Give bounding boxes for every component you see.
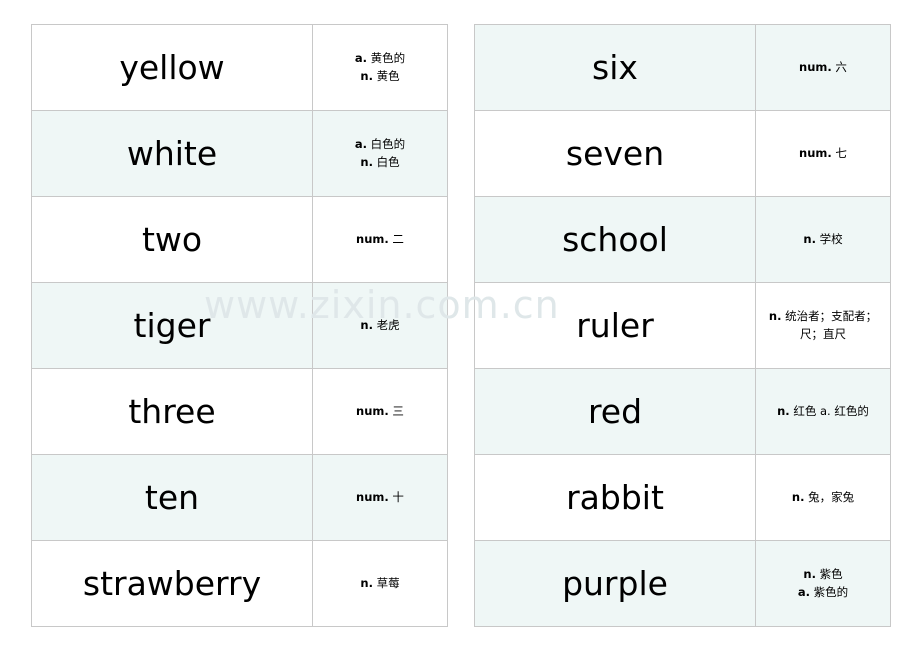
definition-cell: num. 六	[755, 24, 891, 111]
part-of-speech: n.	[360, 317, 373, 332]
table-row: tiger n. 老虎	[31, 282, 448, 369]
definition-line: num. 十	[356, 489, 404, 504]
definition-line: num. 三	[356, 403, 404, 418]
part-of-speech: a.	[354, 50, 367, 65]
definition-cell: a. 黄色的 n. 黄色	[312, 24, 448, 111]
word-cell: rabbit	[474, 454, 756, 541]
part-of-speech: n.	[360, 575, 373, 590]
word-cell: ten	[31, 454, 313, 541]
vocabulary-table-left: yellow a. 黄色的 n. 黄色 white a. 白色的 n. 白色 two num.…	[31, 24, 448, 627]
definition-cell: n. 老虎	[312, 282, 448, 369]
part-of-speech: num.	[799, 59, 832, 74]
table-body-left: yellow a. 黄色的 n. 黄色 white a. 白色的 n. 白色 two num.…	[31, 24, 448, 627]
definition-cell: num. 七	[755, 110, 891, 197]
table-row: six num. 六	[474, 24, 891, 111]
part-of-speech: n.	[777, 403, 790, 418]
part-of-speech: num.	[799, 145, 832, 160]
word-cell: ruler	[474, 282, 756, 369]
definition-line: n. 红色 a. 红色的	[777, 403, 869, 418]
definition-line: n. 草莓	[360, 575, 400, 590]
table-row: yellow a. 黄色的 n. 黄色	[31, 24, 448, 111]
table-row: purple n. 紫色 a. 紫色的	[474, 540, 891, 627]
word-cell: seven	[474, 110, 756, 197]
definition-cell: num. 三	[312, 368, 448, 455]
definition-cell: n. 紫色 a. 紫色的	[755, 540, 891, 627]
definition-cell: a. 白色的 n. 白色	[312, 110, 448, 197]
word-cell: three	[31, 368, 313, 455]
word-cell: tiger	[31, 282, 313, 369]
definition-cell: n. 红色 a. 红色的	[755, 368, 891, 455]
part-of-speech: n.	[803, 231, 816, 246]
part-of-speech: n.	[803, 566, 816, 581]
word-cell: school	[474, 196, 756, 283]
table-row: ten num. 十	[31, 454, 448, 541]
definition-line: a. 白色的	[354, 136, 406, 151]
definition-line: n. 兔，家兔	[791, 489, 855, 504]
part-of-speech: num.	[356, 231, 389, 246]
word-cell: red	[474, 368, 756, 455]
table-row: two num. 二	[31, 196, 448, 283]
table-row: ruler n. 统治者；支配者； 尺；直尺	[474, 282, 891, 369]
vocabulary-sheet: yellow a. 黄色的 n. 黄色 white a. 白色的 n. 白色 two num.…	[0, 0, 920, 651]
part-of-speech: n.	[360, 154, 373, 169]
part-of-speech: a.	[797, 584, 810, 599]
definition-line: n. 老虎	[360, 317, 400, 332]
word-cell: white	[31, 110, 313, 197]
table-row: three num. 三	[31, 368, 448, 455]
word-cell: yellow	[31, 24, 313, 111]
part-of-speech: num.	[356, 489, 389, 504]
definition-line: n. 紫色	[803, 566, 843, 581]
definition-line: n. 白色	[360, 154, 400, 169]
definition-line: n. 学校	[803, 231, 843, 246]
word-cell: purple	[474, 540, 756, 627]
definition-cell: n. 统治者；支配者； 尺；直尺	[755, 282, 891, 369]
word-cell: two	[31, 196, 313, 283]
definition-cell: n. 学校	[755, 196, 891, 283]
definition-line: n. 统治者；支配者；	[768, 308, 878, 323]
table-row: strawberry n. 草莓	[31, 540, 448, 627]
table-row: rabbit n. 兔，家兔	[474, 454, 891, 541]
vocabulary-table-right: six num. 六 seven num. 七 school n. 学校 ruler n. 统…	[474, 24, 891, 627]
part-of-speech: n.	[768, 308, 782, 323]
definition-line: num. 二	[356, 231, 404, 246]
definition-line: num. 六	[799, 59, 847, 74]
part-of-speech: num.	[356, 403, 389, 418]
definition-line: 尺；直尺	[800, 326, 846, 341]
table-row: red n. 红色 a. 红色的	[474, 368, 891, 455]
part-of-speech: a.	[354, 136, 367, 151]
vocabulary-tables: yellow a. 黄色的 n. 黄色 white a. 白色的 n. 白色 two num.…	[31, 24, 891, 627]
table-row: seven num. 七	[474, 110, 891, 197]
word-cell: six	[474, 24, 756, 111]
table-body-right: six num. 六 seven num. 七 school n. 学校 ruler n. 统…	[474, 24, 891, 627]
word-cell: strawberry	[31, 540, 313, 627]
table-row: school n. 学校	[474, 196, 891, 283]
table-row: white a. 白色的 n. 白色	[31, 110, 448, 197]
part-of-speech: n.	[360, 68, 373, 83]
definition-cell: num. 二	[312, 196, 448, 283]
definition-line: a. 紫色的	[797, 584, 849, 599]
part-of-speech: n.	[791, 489, 805, 504]
definition-line: n. 黄色	[360, 68, 400, 83]
definition-cell: n. 兔，家兔	[755, 454, 891, 541]
definition-cell: n. 草莓	[312, 540, 448, 627]
definition-line: num. 七	[799, 145, 847, 160]
definition-cell: num. 十	[312, 454, 448, 541]
definition-line: a. 黄色的	[354, 50, 406, 65]
